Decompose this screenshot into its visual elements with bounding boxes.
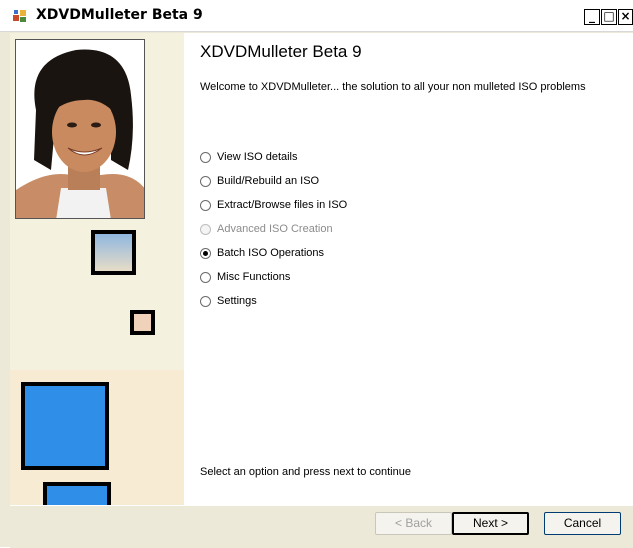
- option-label: Advanced ISO Creation: [217, 223, 333, 235]
- radio-extract-browse-files[interactable]: [200, 199, 211, 211]
- option-label: Settings: [217, 295, 257, 307]
- back-button[interactable]: < Back: [375, 512, 452, 535]
- title-bar[interactable]: XDVDMulleter Beta 9 _ □ ×: [0, 0, 633, 32]
- next-button[interactable]: Next >: [452, 512, 529, 535]
- radio-view-iso-details[interactable]: [200, 151, 211, 163]
- close-button[interactable]: ×: [618, 9, 633, 25]
- option-misc-functions[interactable]: Misc Functions: [200, 269, 290, 285]
- welcome-text: Welcome to XDVDMulleter... the solution …: [200, 81, 586, 93]
- option-label: Misc Functions: [217, 271, 291, 283]
- option-settings[interactable]: Settings: [200, 293, 257, 309]
- radio-build-rebuild-iso[interactable]: [200, 175, 211, 187]
- wizard-window: XDVDMulleter Beta 9 _ □ × XDVDMulleter B…: [0, 0, 633, 548]
- option-advanced-iso-creation: Advanced ISO Creation: [200, 221, 333, 237]
- portrait-drawing: [16, 40, 144, 218]
- cancel-button[interactable]: Cancel: [544, 512, 621, 535]
- radio-advanced-iso-creation: [200, 223, 211, 235]
- radio-misc-functions[interactable]: [200, 271, 211, 283]
- radio-batch-iso-operations[interactable]: [200, 247, 211, 259]
- window-title: XDVDMulleter Beta 9: [36, 7, 203, 23]
- option-view-iso-details[interactable]: View ISO details: [200, 149, 298, 165]
- minimize-button[interactable]: _: [584, 9, 600, 25]
- option-label: Extract/Browse files in ISO: [217, 199, 348, 211]
- side-art-panel: [10, 33, 184, 505]
- button-bar: < Back Next > Cancel: [10, 505, 633, 548]
- option-label: Build/Rebuild an ISO: [217, 175, 320, 187]
- decor-square-3: [21, 382, 109, 470]
- mullet-portrait-image: [15, 39, 145, 219]
- page-title: XDVDMulleter Beta 9: [200, 42, 362, 61]
- option-build-rebuild-iso[interactable]: Build/Rebuild an ISO: [200, 173, 319, 189]
- maximize-button[interactable]: □: [601, 9, 617, 25]
- decor-square-2: [130, 310, 155, 335]
- wizard-content: XDVDMulleter Beta 9 Welcome to XDVDMulle…: [184, 33, 633, 505]
- option-extract-browse-files[interactable]: Extract/Browse files in ISO: [200, 197, 347, 213]
- option-batch-iso-operations[interactable]: Batch ISO Operations: [200, 245, 324, 261]
- radio-settings[interactable]: [200, 295, 211, 307]
- app-icon: [13, 10, 26, 22]
- option-label: Batch ISO Operations: [217, 247, 324, 259]
- decor-square-4: [43, 482, 111, 505]
- option-label: View ISO details: [217, 151, 298, 163]
- status-hint-text: Select an option and press next to conti…: [200, 466, 411, 478]
- decor-square-1: [91, 230, 136, 275]
